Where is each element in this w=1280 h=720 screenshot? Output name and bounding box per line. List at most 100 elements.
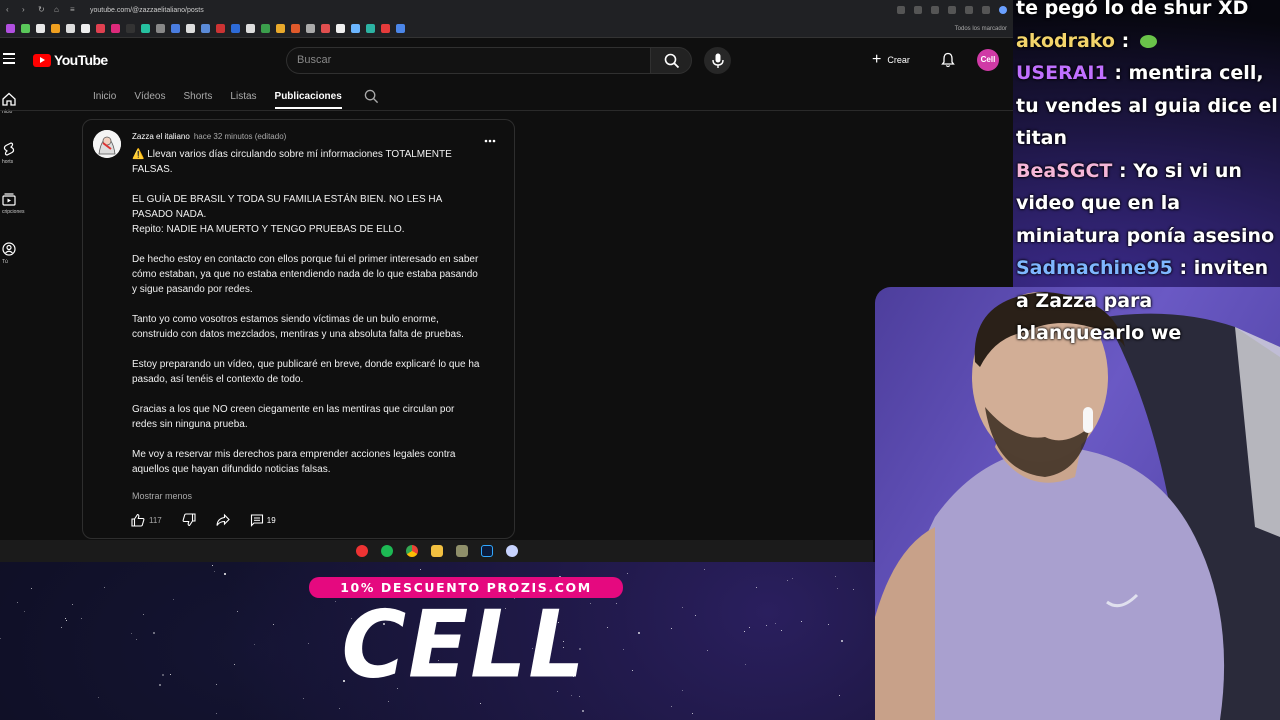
chrome-icon[interactable] [405, 545, 418, 557]
start-icon[interactable] [355, 545, 368, 557]
sidebar-item-shorts[interactable]: horts [0, 142, 20, 192]
bookmark-icon[interactable] [51, 24, 60, 33]
sidebar-item-home[interactable]: nicio [0, 92, 20, 142]
bookmark-icon[interactable] [21, 24, 30, 33]
star-dot [786, 579, 788, 581]
youtube-logo[interactable]: YouTube [33, 52, 108, 68]
sidebar-item-you[interactable]: Tú [0, 242, 20, 292]
chat-text: : [1114, 29, 1136, 52]
tab-publicaciones[interactable]: Publicaciones [274, 91, 343, 109]
back-icon[interactable]: ‹ [6, 6, 14, 14]
account-avatar[interactable]: Cell [977, 49, 999, 71]
bookmark-icon[interactable] [336, 24, 345, 33]
author-avatar-image [93, 130, 121, 158]
browser-window: ‹ › ↻ ⌂ ≡ youtube.com/@zazzaelitaliano/p… [0, 0, 1013, 562]
browser-toolbar-icons [897, 6, 1007, 14]
search-input[interactable]: Buscar [286, 47, 650, 74]
tab-videos[interactable]: Vídeos [134, 91, 165, 102]
app-icon[interactable] [455, 545, 468, 557]
post-text: ⚠️ Llevan varios días circulando sobre m… [132, 147, 482, 477]
file-explorer-icon[interactable] [430, 545, 443, 557]
sidepanel-icon[interactable] [982, 6, 990, 14]
bookmark-icon[interactable] [171, 24, 180, 33]
site-info-icon[interactable]: ≡ [70, 6, 78, 14]
extensions-puzzle-icon[interactable] [965, 6, 973, 14]
bookmark-icon[interactable] [246, 24, 255, 33]
bookmark-icon[interactable] [81, 24, 90, 33]
bookmark-icon[interactable] [231, 24, 240, 33]
bookmarks-bar: Todos los marcador [0, 20, 1013, 38]
like-icon[interactable] [131, 513, 145, 527]
bookmark-icon[interactable] [96, 24, 105, 33]
post-paragraph: EL GUÍA DE BRASIL Y TODA SU FAMILIA ESTÁ… [132, 194, 442, 220]
share-icon[interactable] [216, 513, 230, 527]
bookmark-star-icon[interactable] [931, 6, 939, 14]
discord-icon[interactable] [505, 545, 518, 557]
bookmark-icon[interactable] [111, 24, 120, 33]
star-dot [64, 617, 66, 619]
notifications-bell-icon[interactable] [941, 52, 955, 68]
dislike-icon[interactable] [182, 513, 196, 527]
sidebar-item-label: horts [2, 159, 14, 165]
post-author-name[interactable]: Zazza el italiano [132, 132, 190, 141]
bookmark-icon[interactable] [156, 24, 165, 33]
photoshop-icon[interactable] [480, 545, 493, 557]
bookmark-icon[interactable] [321, 24, 330, 33]
bookmark-icon[interactable] [276, 24, 285, 33]
post-paragraph: ⚠️ Llevan varios días circulando sobre m… [132, 149, 452, 175]
spotify-icon[interactable] [380, 545, 393, 557]
tab-inicio[interactable]: Inicio [93, 91, 116, 102]
show-less-link[interactable]: Mostrar menos [132, 491, 192, 501]
stream-chat: te pegó lo de shur XD akodrako : USERAI1… [1016, 0, 1280, 350]
bookmark-icon[interactable] [351, 24, 360, 33]
bookmark-icon[interactable] [6, 24, 15, 33]
bookmark-icon[interactable] [126, 24, 135, 33]
search-button[interactable] [650, 47, 692, 74]
bookmark-icon[interactable] [291, 24, 300, 33]
tabs-divider [0, 110, 1013, 111]
bookmark-icon[interactable] [381, 24, 390, 33]
bookmark-icon[interactable] [306, 24, 315, 33]
star-dot [60, 626, 62, 628]
star-dot [800, 620, 802, 622]
bookmark-icon[interactable] [36, 24, 45, 33]
url-text[interactable]: youtube.com/@zazzaelitaliano/posts [90, 7, 204, 14]
bookmark-icon[interactable] [201, 24, 210, 33]
cast-icon[interactable] [914, 6, 922, 14]
comments-icon[interactable] [250, 513, 264, 527]
tab-listas[interactable]: Listas [230, 91, 256, 102]
bookmark-icon[interactable] [396, 24, 405, 33]
profile-icon[interactable] [999, 6, 1007, 14]
bookmark-icon[interactable] [261, 24, 270, 33]
tab-shorts[interactable]: Shorts [184, 91, 213, 102]
sidebar-item-subscriptions[interactable]: cripciones [0, 192, 25, 242]
star-dot [103, 586, 105, 588]
zoom-icon[interactable] [897, 6, 905, 14]
menu-icon[interactable] [3, 53, 15, 67]
bookmark-icon[interactable] [66, 24, 75, 33]
post-paragraph: Estoy preparando un vídeo, que publicaré… [132, 359, 480, 385]
home-nav-icon[interactable]: ⌂ [54, 6, 62, 14]
star-dot [694, 614, 696, 616]
create-label: Crear [887, 55, 910, 65]
bookmark-icon[interactable] [141, 24, 150, 33]
more-options-icon[interactable] [484, 139, 496, 143]
voice-search-button[interactable] [704, 47, 731, 74]
star-dot [172, 598, 174, 600]
post-author-avatar[interactable] [93, 130, 121, 158]
reload-icon[interactable]: ↻ [38, 6, 46, 14]
comment-count: 19 [266, 515, 276, 525]
create-button[interactable]: + Crear [872, 50, 910, 70]
post-timestamp[interactable]: hace 32 minutos (editado) [194, 132, 287, 141]
bookmark-icon[interactable] [366, 24, 375, 33]
forward-icon[interactable]: › [22, 6, 30, 14]
star-dot [840, 639, 843, 642]
chat-username: akodrako [1016, 29, 1115, 52]
channel-search-icon[interactable] [364, 89, 379, 104]
all-bookmarks-folder[interactable]: Todos los marcador [955, 26, 1007, 32]
chat-username: BeaSGCT [1016, 159, 1113, 182]
bookmark-icon[interactable] [186, 24, 195, 33]
extension-icon[interactable] [948, 6, 956, 14]
bookmark-icon[interactable] [216, 24, 225, 33]
star-dot [233, 663, 235, 665]
